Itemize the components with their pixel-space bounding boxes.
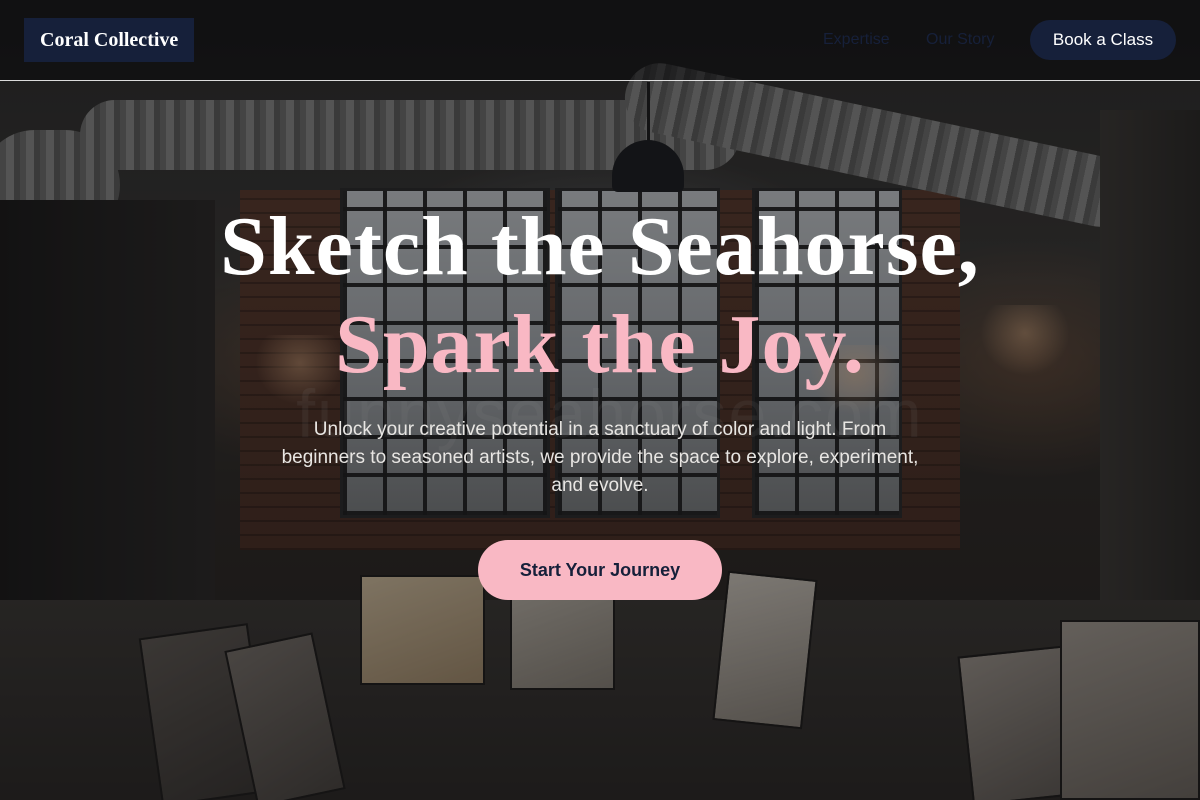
book-class-button[interactable]: Book a Class [1030,20,1176,60]
hero-subtitle: Unlock your creative potential in a sanc… [281,419,919,496]
top-navbar: Coral Collective Expertise Our Story Boo… [0,0,1200,81]
hero-dark-overlay [0,0,1200,800]
nav-link-expertise[interactable]: Expertise [823,30,890,50]
hero-title-line-1: Sketch the Seahorse, [220,200,980,293]
hero-title-line-2: Spark the Joy. [335,298,865,391]
start-journey-button[interactable]: Start Your Journey [478,540,722,600]
brand-logo[interactable]: Coral Collective [24,18,195,62]
hero-title: Sketch the Seahorse, Spark the Joy. [0,198,1200,394]
nav-link-our-story[interactable]: Our Story [926,30,994,50]
